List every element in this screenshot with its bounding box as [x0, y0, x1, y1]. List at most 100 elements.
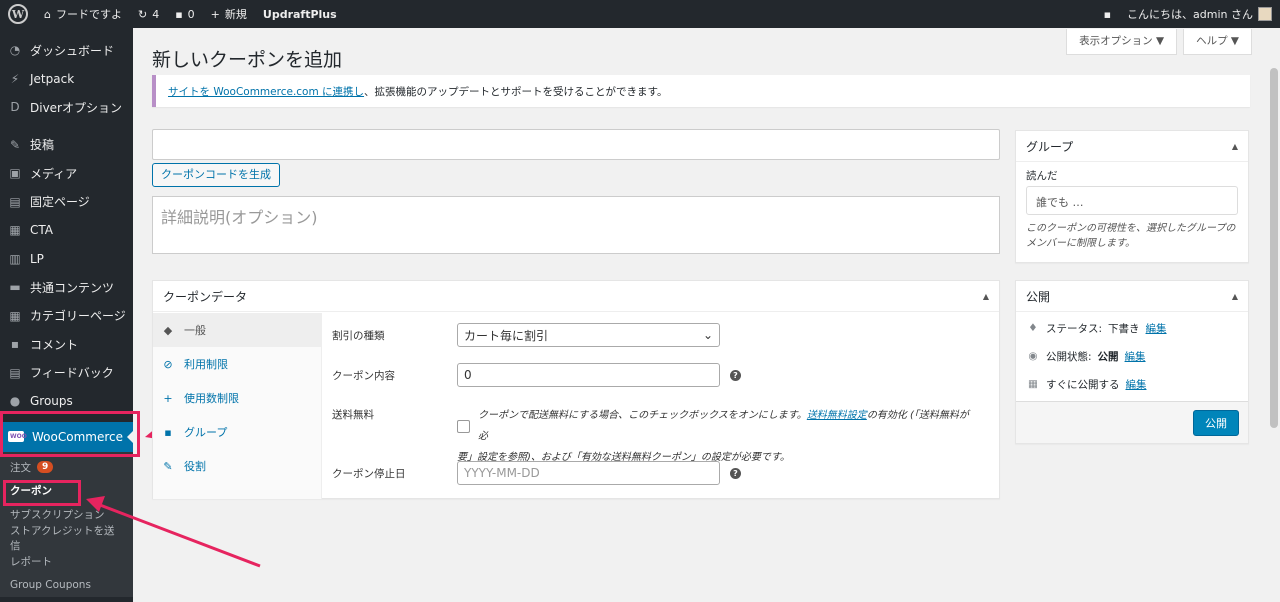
sidebar-item-dashboard[interactable]: ◔ ダッシュボード — [0, 36, 133, 65]
pages-icon: ▤ — [9, 194, 21, 209]
greeting: こんにちは、admin さん — [1127, 8, 1253, 21]
help-icon[interactable]: ? — [730, 369, 741, 381]
updates-count: 4 — [152, 7, 160, 21]
connect-link[interactable]: サイトを WooCommerce.com に連携し — [168, 86, 364, 98]
coupon-data-tabs: ◆ 一般 ⊘ 利用制限 + 使用数制限 ▪ グループ ✎ 役割 — [153, 313, 322, 499]
sidebar-item-woocommerce[interactable]: WOO WooCommerce — [0, 421, 133, 452]
status-value: 下書き — [1108, 322, 1140, 335]
collapse-icon[interactable]: ▲ — [1232, 292, 1238, 301]
expiry-label: クーポン停止日 — [332, 467, 406, 480]
sidebar-item-feedback[interactable]: ▤ フィードバック — [0, 359, 133, 388]
woocommerce-icon: WOO — [8, 431, 27, 442]
tab-roles[interactable]: ✎ 役割 — [153, 449, 321, 483]
feedback-icon: ▤ — [9, 365, 21, 380]
sidebar-item-media[interactable]: ▣ メディア — [0, 159, 133, 188]
sidebar-item-pin[interactable]: ✎ 投稿 — [0, 131, 133, 160]
sidebar-item-pages[interactable]: ▤ 固定ページ — [0, 188, 133, 217]
coupon-amount-input[interactable]: 0 — [457, 363, 720, 387]
group-box-title: グループ — [1026, 139, 1074, 154]
pin-icon: ✎ — [9, 137, 21, 152]
expiry-date-input[interactable]: YYYY-MM-DD — [457, 461, 720, 485]
sidebar-item-diver[interactable]: D Diverオプション — [0, 93, 133, 122]
sidebar-item-cta[interactable]: ▦ CTA — [0, 216, 133, 245]
help-icon[interactable]: ? — [730, 467, 741, 479]
updraftplus-link[interactable]: UpdraftPlus — [255, 0, 345, 28]
edit-visibility-link[interactable]: 編集 — [1125, 349, 1146, 364]
tab-general[interactable]: ◆ 一般 — [153, 313, 321, 347]
free-shipping-checkbox[interactable] — [457, 419, 470, 433]
sidebar-item-label: 固定ページ — [30, 195, 90, 210]
admin-sidebar: ◔ ダッシュボード ⚡ Jetpack D Diverオプション ✎ 投稿 ▣ メディア ▤ 固定ペー… — [0, 28, 133, 602]
site-name-link[interactable]: ⌂ フードですよ — [36, 0, 130, 28]
free-shipping-settings-link[interactable]: 送料無料設定 — [807, 410, 867, 421]
plus-icon: + — [210, 7, 220, 21]
sidebar-item-label: コメント — [30, 337, 79, 352]
help-button[interactable]: ヘルプ ▼ — [1183, 29, 1252, 55]
orders-badge: 9 — [37, 461, 54, 474]
sidebar-item-label: メディア — [30, 166, 78, 181]
groups-icon: ● — [9, 394, 21, 409]
submenu-group-coupons[interactable]: Group Coupons — [0, 573, 133, 597]
new-label: 新規 — [224, 8, 247, 21]
page-title: 新しいクーポンを追加 — [152, 49, 343, 71]
usage-restriction-icon: ⊘ — [163, 357, 173, 371]
edit-status-link[interactable]: 編集 — [1146, 321, 1167, 336]
publish-button[interactable]: 公開 — [1193, 410, 1239, 436]
amount-label: クーポン内容 — [332, 369, 395, 382]
discount-type-select[interactable]: カート毎に割引 ⌄ — [457, 323, 720, 347]
generate-coupon-code-button[interactable]: クーポンコードを生成 — [152, 163, 280, 187]
updates-link[interactable]: ↻ 4 — [130, 0, 167, 28]
screen-options-button[interactable]: 表示オプション ▼ — [1066, 29, 1178, 55]
dashboard-icon: ◔ — [9, 43, 21, 58]
calendar-icon: ▦ — [1028, 378, 1038, 390]
edit-schedule-link[interactable]: 編集 — [1126, 377, 1147, 392]
home-icon: ⌂ — [44, 7, 51, 21]
description-textarea[interactable]: 詳細説明(オプション) — [152, 196, 1000, 254]
wordpress-icon: W — [8, 4, 28, 24]
sidebar-item-comment[interactable]: ▪ コメント — [0, 330, 133, 359]
sidebar-item-category[interactable]: ▦ カテゴリーページ — [0, 302, 133, 331]
scrollbar-thumb[interactable] — [1270, 68, 1278, 428]
collapse-icon[interactable]: ▲ — [983, 292, 989, 301]
updates-icon: ↻ — [137, 7, 148, 21]
pin-icon: ♦ — [1028, 322, 1038, 334]
submenu-reports[interactable]: レポート — [0, 550, 133, 574]
scrollbar[interactable] — [1268, 28, 1280, 602]
sidebar-item-groups[interactable]: ● Groups — [0, 387, 133, 416]
publish-box-title: 公開 — [1026, 289, 1051, 304]
collapse-icon[interactable]: ▲ — [1232, 142, 1238, 151]
sidebar-item-label: 共通コンテンツ — [30, 280, 115, 295]
category-icon: ▦ — [9, 308, 21, 323]
notification-icon: ▪ — [1103, 7, 1112, 21]
comments-count: 0 — [187, 7, 195, 21]
woocommerce-submenu: 注文 9 クーポン サブスクリプション ストアクレジットを送信 レポート Grou… — [0, 451, 133, 597]
account-link[interactable]: こんにちは、admin さん — [1119, 0, 1280, 28]
sidebar-item-label: Jetpack — [30, 71, 75, 86]
sidebar-item-label: 投稿 — [30, 138, 55, 153]
tab-usage-restriction[interactable]: ⊘ 利用制限 — [153, 347, 321, 381]
submenu-orders[interactable]: 注文 9 — [0, 456, 133, 480]
publish-box: 公開 ▲ ♦ ステータス: 下書き 編集 ◉ 公開状態: 公開 編集 ▦ すぐに公開する 編集… — [1015, 280, 1249, 444]
notifications-link[interactable]: ▪ — [1096, 0, 1119, 28]
sidebar-item-label: CTA — [30, 223, 53, 238]
sidebar-item-label: カテゴリーページ — [30, 309, 126, 324]
coupon-data-box: クーポンデータ ▲ ◆ 一般 ⊘ 利用制限 + 使用数制限 ▪ グループ ✎ 役割 割引の種類 カー… — [152, 280, 1000, 499]
jetpack-icon: ⚡ — [10, 71, 20, 86]
coupon-code-input[interactable] — [152, 129, 1000, 160]
submenu-coupons[interactable]: クーポン — [0, 479, 133, 503]
sidebar-item-folder[interactable]: ▬ 共通コンテンツ — [0, 273, 133, 302]
eye-icon: ◉ — [1028, 350, 1038, 362]
tab-groups[interactable]: ▪ グループ — [153, 415, 321, 449]
visibility-value: 公開 — [1097, 350, 1119, 363]
new-content-link[interactable]: + 新規 — [203, 0, 255, 28]
group-select-input[interactable]: 誰でも … — [1026, 186, 1238, 215]
avatar — [1258, 7, 1272, 21]
sidebar-item-label: ダッシュボード — [30, 43, 115, 58]
submenu-store-credit[interactable]: ストアクレジットを送信 — [0, 525, 133, 552]
comments-link[interactable]: ▪ 0 — [167, 0, 202, 28]
sidebar-item-label: Diverオプション — [30, 100, 122, 115]
tab-usage-limits[interactable]: + 使用数制限 — [153, 381, 321, 415]
sidebar-item-lp[interactable]: ▥ LP — [0, 245, 133, 274]
sidebar-item-jetpack[interactable]: ⚡ Jetpack — [0, 65, 133, 94]
wordpress-logo[interactable]: W — [0, 0, 36, 28]
